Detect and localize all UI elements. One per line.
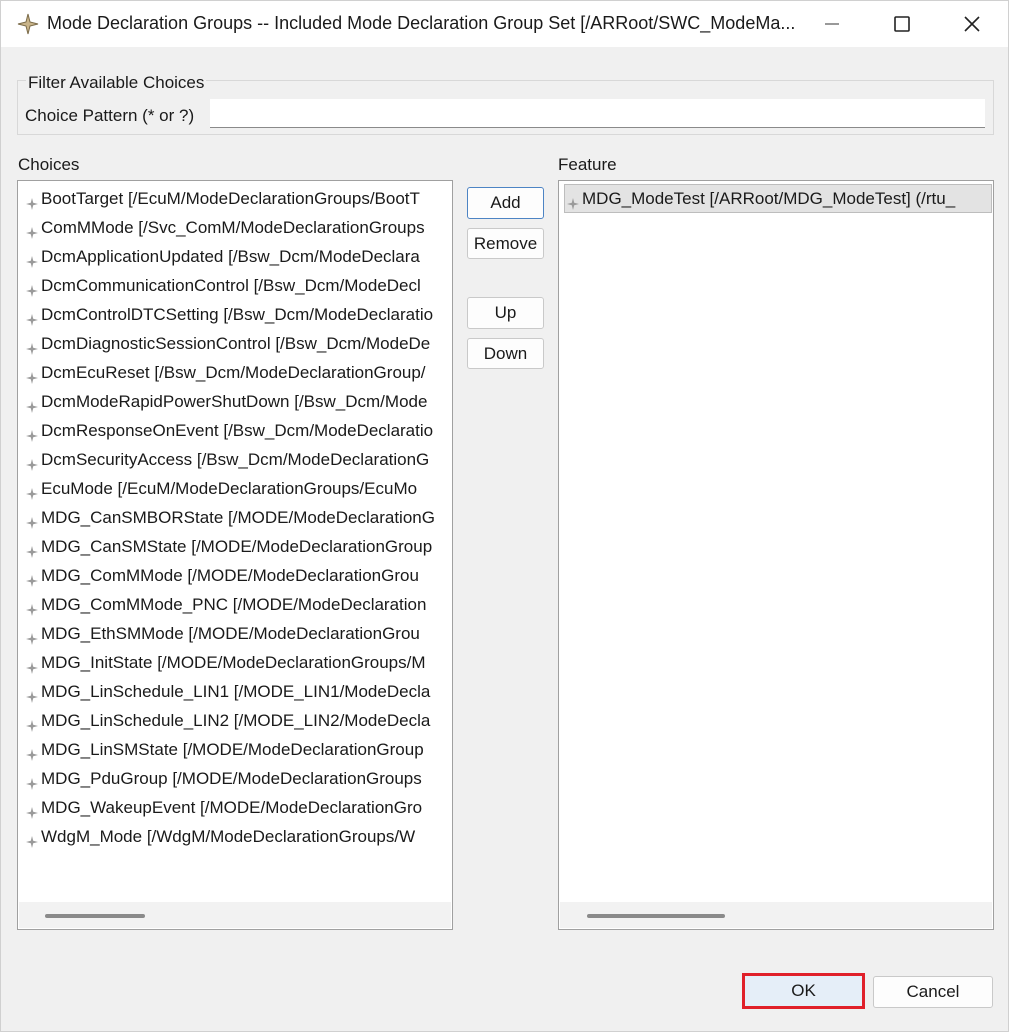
choice-item[interactable]: DcmDiagnosticSessionControl [/Bsw_Dcm/Mo… [24, 331, 430, 357]
mode-group-icon [26, 656, 38, 674]
choice-item[interactable]: DcmApplicationUpdated [/Bsw_Dcm/ModeDecl… [24, 244, 420, 270]
mode-group-icon [26, 714, 38, 732]
choices-horizontal-scrollbar[interactable] [19, 902, 451, 928]
close-button[interactable] [937, 1, 1007, 47]
cancel-button[interactable]: Cancel [873, 976, 993, 1008]
choice-item[interactable]: DcmSecurityAccess [/Bsw_Dcm/ModeDeclarat… [24, 447, 429, 473]
choice-item[interactable]: DcmControlDTCSetting [/Bsw_Dcm/ModeDecla… [24, 302, 433, 328]
mode-group-icon [26, 540, 38, 558]
feature-list[interactable]: MDG_ModeTest [/ARRoot/MDG_ModeTest] (/rt… [558, 180, 994, 930]
choices-scroll-thumb[interactable] [45, 914, 145, 918]
mode-group-icon [26, 279, 38, 297]
choice-item[interactable]: DcmEcuReset [/Bsw_Dcm/ModeDeclarationGro… [24, 360, 426, 386]
choice-pattern-label: Choice Pattern (* or ?) [25, 106, 195, 125]
mode-group-icon [26, 221, 38, 239]
mode-group-icon [26, 685, 38, 703]
choice-item-label: MDG_ComMMode [/MODE/ModeDeclarationGrou [41, 566, 419, 585]
choice-item[interactable]: MDG_PduGroup [/MODE/ModeDeclarationGroup… [24, 766, 422, 792]
choice-item-label: DcmResponseOnEvent [/Bsw_Dcm/ModeDeclara… [41, 421, 434, 440]
feature-label: Feature [558, 155, 617, 174]
ok-button[interactable]: OK [742, 973, 865, 1009]
choice-item-label: ComMMode [/Svc_ComM/ModeDeclarationGroup… [41, 218, 425, 237]
choice-item[interactable]: MDG_EthSMMode [/MODE/ModeDeclarationGrou [24, 621, 420, 647]
choice-item-label: MDG_LinSchedule_LIN1 [/MODE_LIN1/ModeDec… [41, 682, 431, 701]
feature-horizontal-scrollbar[interactable] [560, 902, 992, 928]
remove-button[interactable]: Remove [467, 228, 544, 259]
mode-group-icon [26, 366, 38, 384]
choice-item[interactable]: BootTarget [/EcuM/ModeDeclarationGroups/… [24, 186, 420, 212]
mode-group-icon [26, 511, 38, 529]
choice-item-label: DcmApplicationUpdated [/Bsw_Dcm/ModeDecl… [41, 247, 420, 266]
mode-group-icon [26, 598, 38, 616]
mode-group-icon [26, 395, 38, 413]
window-title: Mode Declaration Groups -- Included Mode… [47, 13, 796, 33]
mode-group-icon [26, 830, 38, 848]
choice-item[interactable]: WdgM_Mode [/WdgM/ModeDeclarationGroups/W [24, 824, 415, 850]
choice-item-label: DcmSecurityAccess [/Bsw_Dcm/ModeDeclarat… [41, 450, 430, 469]
choice-item[interactable]: MDG_ComMMode [/MODE/ModeDeclarationGrou [24, 563, 419, 589]
mode-group-icon [26, 627, 38, 645]
mode-group-icon [26, 482, 38, 500]
choice-item-label: MDG_WakeupEvent [/MODE/ModeDeclarationGr… [41, 798, 423, 817]
choice-item-label: WdgM_Mode [/WdgM/ModeDeclarationGroups/W [41, 827, 416, 846]
dialog-window: Mode Declaration Groups -- Included Mode… [0, 0, 1009, 1032]
choice-item[interactable]: ComMMode [/Svc_ComM/ModeDeclarationGroup… [24, 215, 425, 241]
choice-item[interactable]: MDG_WakeupEvent [/MODE/ModeDeclarationGr… [24, 795, 422, 821]
mode-group-icon [26, 308, 38, 326]
mode-group-icon [26, 453, 38, 471]
minimize-button[interactable] [797, 1, 867, 47]
choice-item[interactable]: MDG_LinSchedule_LIN2 [/MODE_LIN2/ModeDec… [24, 708, 430, 734]
choice-item-label: MDG_ComMMode_PNC [/MODE/ModeDeclaration [41, 595, 427, 614]
choice-item[interactable]: MDG_LinSMState [/MODE/ModeDeclarationGro… [24, 737, 424, 763]
mode-group-icon [26, 250, 38, 268]
choice-item-label: MDG_PduGroup [/MODE/ModeDeclarationGroup… [41, 769, 422, 788]
choice-item-label: MDG_LinSMState [/MODE/ModeDeclarationGro… [41, 740, 424, 759]
choice-item-label: MDG_CanSMBORState [/MODE/ModeDeclaration… [41, 508, 435, 527]
feature-scroll-thumb[interactable] [587, 914, 725, 918]
down-button[interactable]: Down [467, 338, 544, 369]
choice-item-label: DcmControlDTCSetting [/Bsw_Dcm/ModeDecla… [41, 305, 434, 324]
choice-item[interactable]: MDG_CanSMState [/MODE/ModeDeclarationGro… [24, 534, 432, 560]
choice-item-label: EcuMode [/EcuM/ModeDeclarationGroups/Ecu… [41, 479, 418, 498]
maximize-button[interactable] [867, 1, 937, 47]
choice-item[interactable]: DcmModeRapidPowerShutDown [/Bsw_Dcm/Mode [24, 389, 427, 415]
mode-group-icon [26, 772, 38, 790]
choice-item[interactable]: MDG_ComMMode_PNC [/MODE/ModeDeclaration [24, 592, 426, 618]
choice-item-label: MDG_CanSMState [/MODE/ModeDeclarationGro… [41, 537, 433, 556]
choice-item-label: MDG_LinSchedule_LIN2 [/MODE_LIN2/ModeDec… [41, 711, 431, 730]
choice-item-label: MDG_InitState [/MODE/ModeDeclarationGrou… [41, 653, 426, 672]
choice-item[interactable]: MDG_LinSchedule_LIN1 [/MODE_LIN1/ModeDec… [24, 679, 430, 705]
mode-group-icon [26, 337, 38, 355]
choice-item-label: MDG_EthSMMode [/MODE/ModeDeclarationGrou [41, 624, 420, 643]
choices-list[interactable]: BootTarget [/EcuM/ModeDeclarationGroups/… [17, 180, 453, 930]
title-bar[interactable]: Mode Declaration Groups -- Included Mode… [1, 1, 1008, 47]
choice-item-label: DcmEcuReset [/Bsw_Dcm/ModeDeclarationGro… [41, 363, 426, 382]
autosar-diamond-icon [17, 13, 39, 35]
mode-group-icon [567, 191, 579, 210]
feature-item-label: MDG_ModeTest [/ARRoot/MDG_ModeTest] (/rt… [582, 189, 956, 208]
mode-group-icon [26, 801, 38, 819]
choice-item-label: DcmModeRapidPowerShutDown [/Bsw_Dcm/Mode [41, 392, 428, 411]
up-button[interactable]: Up [467, 297, 544, 329]
feature-item[interactable]: MDG_ModeTest [/ARRoot/MDG_ModeTest] (/rt… [564, 184, 992, 213]
choices-label: Choices [18, 155, 80, 174]
choice-item-label: DcmDiagnosticSessionControl [/Bsw_Dcm/Mo… [41, 334, 431, 353]
filter-legend: Filter Available Choices [26, 73, 207, 93]
choice-item[interactable]: EcuMode [/EcuM/ModeDeclarationGroups/Ecu… [24, 476, 417, 502]
mode-group-icon [26, 424, 38, 442]
mode-group-icon [26, 192, 38, 210]
add-button[interactable]: Add [467, 187, 544, 219]
choice-item[interactable]: MDG_CanSMBORState [/MODE/ModeDeclaration… [24, 505, 435, 531]
choice-item-label: BootTarget [/EcuM/ModeDeclarationGroups/… [41, 189, 420, 208]
choice-item[interactable]: DcmResponseOnEvent [/Bsw_Dcm/ModeDeclara… [24, 418, 433, 444]
choice-item[interactable]: DcmCommunicationControl [/Bsw_Dcm/ModeDe… [24, 273, 421, 299]
choice-item[interactable]: MDG_InitState [/MODE/ModeDeclarationGrou… [24, 650, 426, 676]
choice-item-label: DcmCommunicationControl [/Bsw_Dcm/ModeDe… [41, 276, 421, 295]
mode-group-icon [26, 743, 38, 761]
mode-group-icon [26, 569, 38, 587]
choice-pattern-input[interactable] [210, 99, 985, 128]
